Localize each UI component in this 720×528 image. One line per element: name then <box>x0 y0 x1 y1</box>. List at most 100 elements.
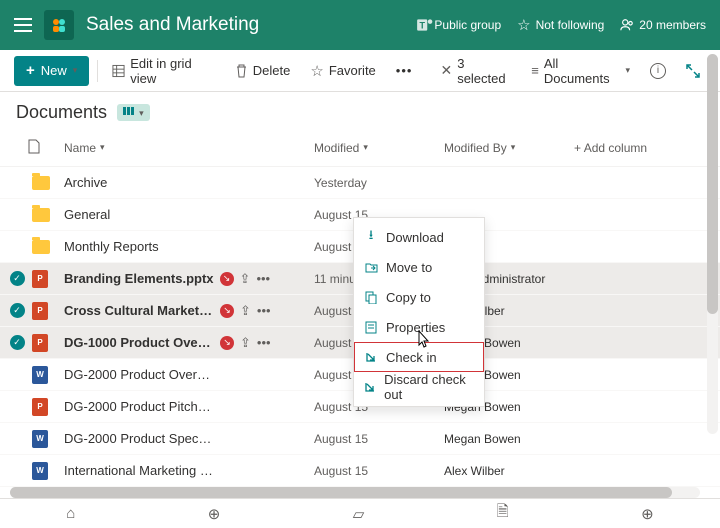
table-row[interactable]: W DG-2000 Product Specification.docx Augus… <box>0 423 720 455</box>
view-switcher[interactable]: ≡All Documents▾ <box>525 52 636 90</box>
vertical-scrollbar[interactable] <box>707 54 718 434</box>
file-name[interactable]: Cross Cultural Marketing Ca... <box>64 303 214 318</box>
command-bar: +New▾ Edit in grid view Delete ☆Favorite… <box>0 50 720 92</box>
file-name[interactable]: DG-1000 Product Overview.p... <box>64 335 214 350</box>
file-name[interactable]: DG-2000 Product Pitch.pptx <box>64 399 214 414</box>
tiles-icon <box>123 106 136 116</box>
folder-icon <box>32 176 50 190</box>
grid-icon <box>112 64 125 78</box>
nav-page-icon[interactable]: 🗎 <box>497 501 509 526</box>
members-link[interactable]: 20 members <box>620 18 706 32</box>
info-icon: i <box>650 63 666 79</box>
new-button[interactable]: +New▾ <box>14 56 89 86</box>
folder-icon <box>32 208 50 222</box>
modified-cell: August 15 <box>314 432 444 446</box>
file-name[interactable]: Monthly Reports <box>64 239 159 254</box>
col-file-type[interactable] <box>28 139 64 157</box>
selected-check-icon[interactable]: ✓ <box>10 303 25 318</box>
properties-icon <box>364 321 378 334</box>
col-name[interactable]: Name▾ <box>64 141 314 155</box>
favorite-button[interactable]: ☆Favorite <box>304 58 381 84</box>
folder-icon <box>32 240 50 254</box>
site-header: Sales and Marketing T Public group Not f… <box>0 0 720 50</box>
share-icon[interactable]: ⇪ <box>240 335 251 351</box>
chevron-down-icon: ▾ <box>625 65 630 76</box>
nav-globe-icon[interactable]: ⊕ <box>208 505 221 523</box>
svg-text:T: T <box>420 20 426 30</box>
powerpoint-icon: P <box>32 302 48 320</box>
add-column-button[interactable]: + Add column <box>574 141 647 155</box>
follow-toggle[interactable]: Not following <box>517 16 604 34</box>
row-more-icon[interactable]: ••• <box>256 271 270 286</box>
share-icon[interactable]: ⇪ <box>240 303 251 319</box>
site-logo[interactable] <box>44 10 74 40</box>
column-headers: Name▾ Modified▾ Modified By▾ + Add colum… <box>0 129 720 167</box>
mouse-cursor <box>415 329 435 356</box>
teams-icon: T <box>416 16 434 34</box>
discard-icon <box>364 381 376 393</box>
word-icon: W <box>32 462 48 480</box>
file-name[interactable]: Branding Elements.pptx <box>64 271 214 286</box>
word-icon: W <box>32 430 48 448</box>
bottom-nav: ⌂ ⊕ ▱ 🗎 ⊕ <box>0 498 720 528</box>
view-selector[interactable]: ▾ <box>117 104 150 121</box>
context-menu: ⭳Download Move to Copy to Properties Che… <box>353 217 485 407</box>
checked-out-icon: ↘ <box>220 304 234 318</box>
checked-out-icon: ↘ <box>220 336 234 350</box>
download-icon: ⭳ <box>364 226 378 248</box>
file-name[interactable]: Archive <box>64 175 107 190</box>
checked-out-icon: ↘ <box>220 272 234 286</box>
delete-button[interactable]: Delete <box>229 59 297 82</box>
ctx-move-to[interactable]: Move to <box>354 252 484 282</box>
chevron-down-icon: ▾ <box>139 108 144 118</box>
expand-icon <box>686 64 700 78</box>
row-more-icon[interactable]: ••• <box>257 335 271 350</box>
check-in-icon <box>364 351 378 363</box>
info-button[interactable]: i <box>644 59 672 83</box>
star-icon: ☆ <box>310 62 323 80</box>
file-name[interactable]: General <box>64 207 110 222</box>
star-icon <box>517 16 530 34</box>
file-name[interactable]: International Marketing Campaigns.docx <box>64 463 214 478</box>
ctx-discard-checkout[interactable]: Discard check out <box>354 372 484 402</box>
horizontal-scrollbar[interactable] <box>10 487 700 498</box>
close-icon: ✕ <box>440 62 452 79</box>
trash-icon <box>235 64 248 78</box>
selected-check-icon[interactable]: ✓ <box>10 335 25 350</box>
col-modified[interactable]: Modified▾ <box>314 141 444 155</box>
nav-home-icon[interactable]: ⌂ <box>66 505 75 522</box>
powerpoint-icon: P <box>32 270 48 288</box>
file-name[interactable]: DG-2000 Product Specification.docx <box>64 431 214 446</box>
modified-by-cell: Alex Wilber <box>444 464 604 478</box>
table-row[interactable]: Archive Yesterday <box>0 167 720 199</box>
edit-grid-button[interactable]: Edit in grid view <box>106 52 221 90</box>
file-name[interactable]: DG-2000 Product Overview.docx <box>64 367 214 382</box>
page-title: Documents <box>16 102 107 123</box>
chevron-down-icon: ▾ <box>73 65 78 76</box>
powerpoint-icon: P <box>32 398 48 416</box>
list-icon: ≡ <box>531 63 539 78</box>
modified-cell: Yesterday <box>314 176 444 190</box>
nav-add-icon[interactable]: ⊕ <box>641 505 654 523</box>
library-heading: Documents ▾ <box>0 92 720 129</box>
clear-selection[interactable]: ✕3 selected <box>434 52 517 90</box>
ellipsis-icon: ••• <box>396 63 413 78</box>
nav-doc-icon[interactable]: ▱ <box>353 505 365 523</box>
modified-cell: August 15 <box>314 464 444 478</box>
selected-check-icon[interactable]: ✓ <box>10 271 25 286</box>
move-icon <box>364 262 378 273</box>
people-icon <box>620 18 634 32</box>
more-actions-button[interactable]: ••• <box>390 59 419 82</box>
site-title: Sales and Marketing <box>86 14 408 36</box>
expand-button[interactable] <box>680 60 706 82</box>
plus-icon: + <box>26 62 35 79</box>
hamburger-icon[interactable] <box>14 18 32 32</box>
table-row[interactable]: W International Marketing Campaigns.docx A… <box>0 455 720 487</box>
row-more-icon[interactable]: ••• <box>257 303 271 318</box>
modified-by-cell: Megan Bowen <box>444 432 604 446</box>
ctx-download[interactable]: ⭳Download <box>354 222 484 252</box>
share-icon[interactable]: ⇪ <box>240 271 251 287</box>
col-modified-by[interactable]: Modified By▾ <box>444 141 574 155</box>
word-icon: W <box>32 366 48 384</box>
ctx-copy-to[interactable]: Copy to <box>354 282 484 312</box>
